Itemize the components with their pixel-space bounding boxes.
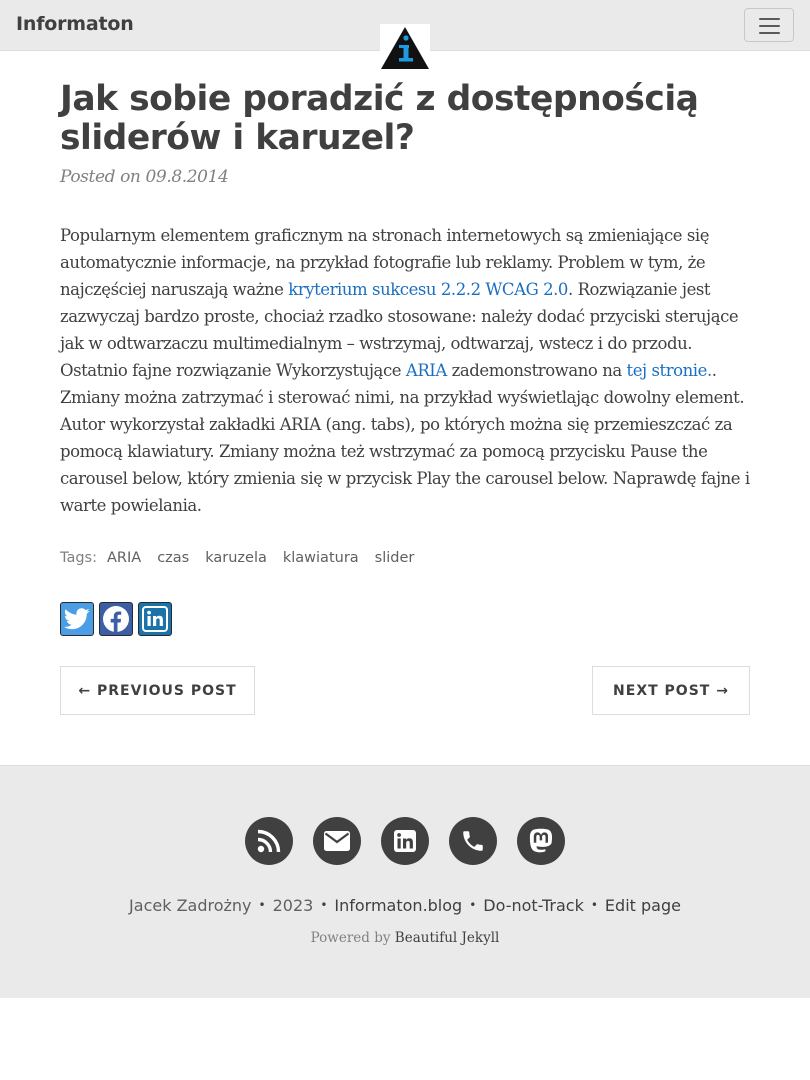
tags-label: Tags: xyxy=(60,550,97,566)
logo-icon xyxy=(381,27,429,69)
share-linkedin-button[interactable] xyxy=(138,602,172,636)
mastodon-link[interactable] xyxy=(517,817,565,865)
info-triangle-logo[interactable] xyxy=(380,24,430,70)
body-text: zademonstrowano na xyxy=(446,361,627,380)
body-text: . Zmiany można zatrzymać i sterować nimi… xyxy=(60,361,750,515)
share-twitter-button[interactable] xyxy=(60,602,94,636)
footer-social-links xyxy=(0,817,810,865)
next-post-button[interactable]: NEXT POST → xyxy=(592,666,750,715)
tag-link[interactable]: karuzela xyxy=(205,550,267,566)
tag-link[interactable]: slider xyxy=(375,550,415,566)
footer-separator: • xyxy=(590,898,598,912)
email-link[interactable] xyxy=(313,817,361,865)
footer-dnt-link[interactable]: Do-not-Track xyxy=(483,896,584,915)
twitter-icon xyxy=(64,608,90,630)
brand-link[interactable]: Informaton xyxy=(16,13,134,35)
share-buttons xyxy=(60,602,172,636)
menu-toggle-button[interactable] xyxy=(744,8,794,42)
post-meta-prefix: Posted on xyxy=(60,167,141,187)
footer-powered-by: Powered by Beautiful Jekyll xyxy=(0,930,810,946)
rss-link[interactable] xyxy=(245,817,293,865)
beautiful-jekyll-link[interactable]: Beautiful Jekyll xyxy=(395,930,500,946)
footer-separator: • xyxy=(320,898,328,912)
hamburger-menu-icon-bar xyxy=(759,25,780,27)
post-date: 09.8.2014 xyxy=(145,167,229,187)
footer-separator: • xyxy=(258,898,266,912)
tag-link[interactable]: ARIA xyxy=(107,550,141,566)
footer: Jacek Zadrożny • 2023 • Informaton.blog • Do-n… xyxy=(0,765,810,998)
footer-site-link[interactable]: Informaton.blog xyxy=(334,896,462,915)
powered-by-prefix: Powered by xyxy=(310,930,391,946)
tag-link[interactable]: klawiatura xyxy=(283,550,359,566)
previous-post-button[interactable]: ← PREVIOUS POST xyxy=(60,666,255,715)
hamburger-menu-icon-bar xyxy=(759,32,780,34)
envelope-icon xyxy=(324,831,350,851)
tags: Tags: ARIA czas karuzela klawiatura slid… xyxy=(60,550,414,566)
rss-icon xyxy=(257,829,281,853)
linkedin-icon xyxy=(394,830,416,852)
footer-separator: • xyxy=(469,898,477,912)
share-facebook-button[interactable] xyxy=(99,602,133,636)
post-body: Popularnym elementem graficznym na stron… xyxy=(60,222,760,519)
aria-link[interactable]: ARIA xyxy=(406,361,447,380)
post-title: Jak sobie poradzić z dostępnością slider… xyxy=(60,79,699,158)
linkedin-link[interactable] xyxy=(381,817,429,865)
phone-link[interactable] xyxy=(449,817,497,865)
tag-link[interactable]: czas xyxy=(157,550,189,566)
mastodon-icon xyxy=(529,828,553,853)
footer-edit-page-link[interactable]: Edit page xyxy=(605,896,681,915)
footer-author: Jacek Zadrożny xyxy=(129,896,252,915)
footer-copyright: Jacek Zadrożny • 2023 • Informaton.blog • Do-n… xyxy=(0,896,810,915)
facebook-icon xyxy=(103,606,129,632)
wcag-criterion-link[interactable]: kryterium sukcesu 2.2.2 WCAG 2.0 xyxy=(288,280,568,299)
hamburger-menu-icon xyxy=(759,18,780,20)
post-meta: Posted on 09.8.2014 xyxy=(60,167,229,187)
phone-icon xyxy=(463,831,483,851)
demo-page-link[interactable]: tej stronie. xyxy=(627,361,713,380)
footer-year: 2023 xyxy=(272,896,314,915)
linkedin-icon xyxy=(142,606,168,632)
